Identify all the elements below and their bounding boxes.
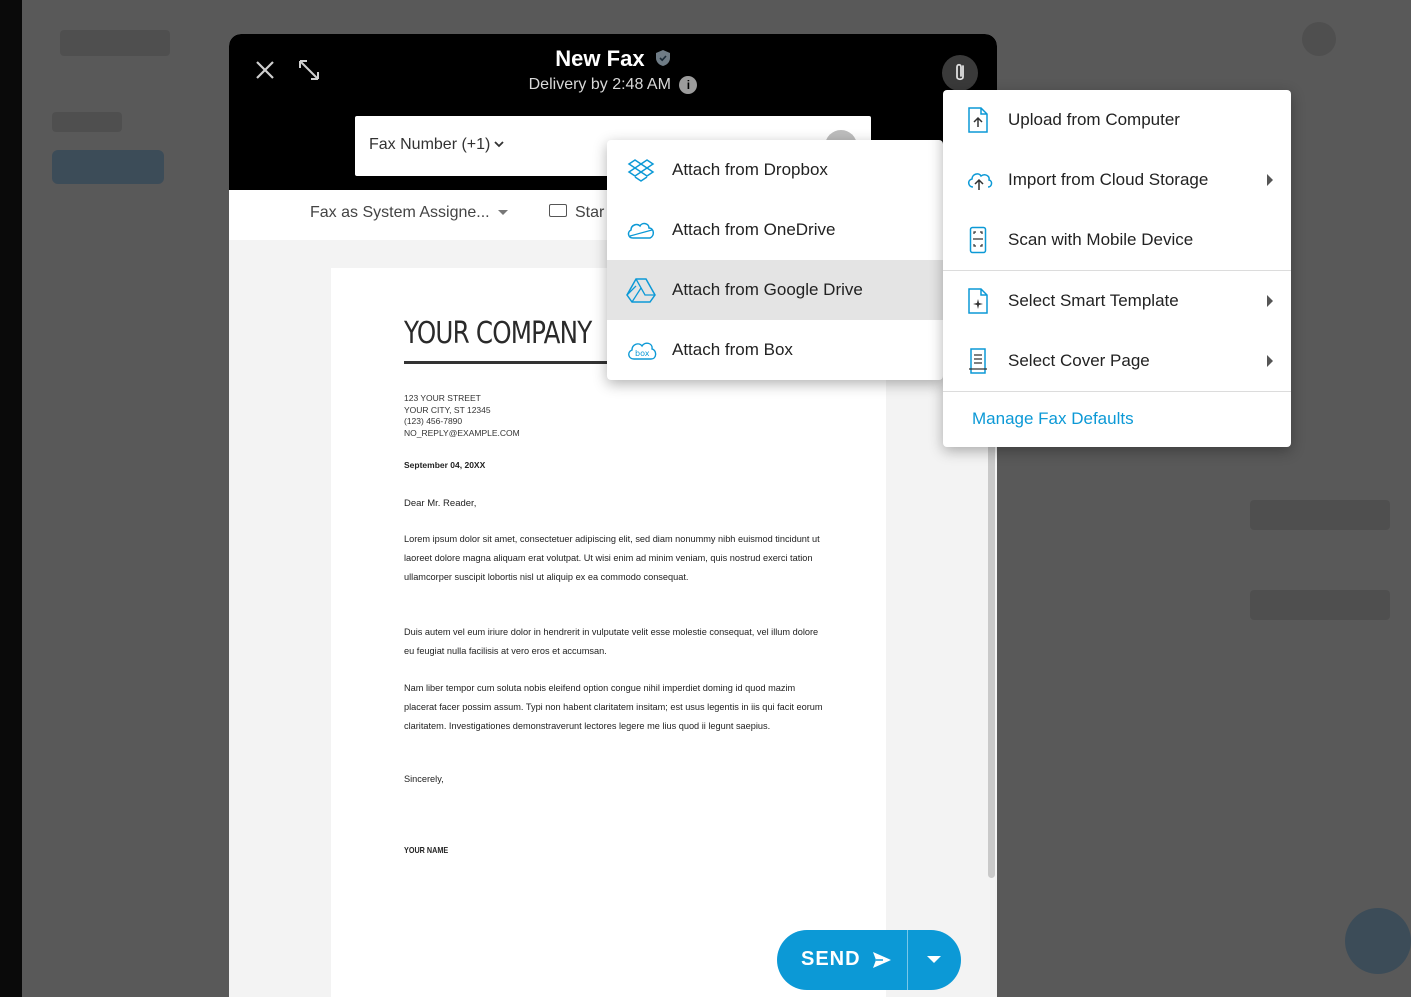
menu-item-label: Upload from Computer (1008, 110, 1180, 129)
menu-item-label: Attach from Google Drive (672, 280, 863, 299)
letter-signature: YOUR NAME (404, 845, 449, 855)
cloud-storage-menu: Attach from Dropbox Attach from OneDrive… (607, 140, 943, 380)
letter-date: September 04, 20XX (404, 460, 486, 470)
menu-item-onedrive[interactable]: Attach from OneDrive (607, 200, 943, 260)
menu-item-dropbox[interactable]: Attach from Dropbox (607, 140, 943, 200)
upload-file-icon (968, 107, 988, 133)
resolution-label: Star (575, 204, 605, 221)
menu-item-label: Select Smart Template (1008, 291, 1179, 310)
submenu-arrow-icon (1267, 355, 1273, 367)
letter-paragraph: Nam liber tempor cum soluta nobis eleife… (404, 683, 823, 731)
menu-item-box[interactable]: box Attach from Box (607, 320, 943, 380)
delivery-time: Delivery by 2:48 AM i (229, 76, 997, 94)
menu-item-label: Attach from OneDrive (672, 220, 836, 239)
country-code-select[interactable]: Fax Number (+1) (369, 136, 505, 154)
send-button-group: SEND (777, 930, 961, 990)
address-line: (123) 456-7890 (404, 416, 463, 427)
dropdown-caret-icon (497, 210, 508, 216)
country-code-label: Fax Number (+1) (369, 136, 491, 153)
caller-id-label: Fax as System Assigne... (310, 204, 490, 221)
address-block: 123 YOUR STREET YOUR CITY, ST 12345 (123… (404, 393, 520, 440)
cover-page-icon (969, 348, 987, 374)
menu-item-label: Scan with Mobile Device (1008, 230, 1194, 249)
modal-title-text: New Fax (555, 46, 645, 71)
smart-template-icon (968, 288, 988, 314)
menu-item-google-drive[interactable]: Attach from Google Drive (607, 260, 943, 320)
cloud-upload-icon (968, 173, 993, 190)
resolution-icon (549, 204, 567, 218)
menu-item-label: Import from Cloud Storage (1008, 170, 1209, 189)
send-button[interactable]: SEND (801, 948, 861, 971)
menu-item-label: Select Cover Page (1008, 351, 1150, 370)
letter-paragraph: Duis autem vel eum iriure dolor in hendr… (404, 627, 819, 656)
menu-item-label: Attach from Box (672, 340, 793, 359)
menu-item-scan-mobile[interactable]: Scan with Mobile Device (943, 210, 1291, 270)
info-icon[interactable]: i (679, 76, 698, 94)
attach-menu: Upload from Computer Import from Cloud S… (943, 90, 1291, 447)
letter-paragraph: Lorem ipsum dolor sit amet, consectetuer… (404, 534, 820, 582)
google-drive-icon (626, 278, 656, 303)
send-arrow-icon (873, 952, 891, 968)
modal-title: New Fax (229, 46, 997, 73)
menu-divider (943, 391, 1291, 392)
send-divider (907, 930, 908, 990)
onedrive-icon (627, 222, 654, 239)
mobile-scan-icon (969, 226, 987, 254)
caller-id-select[interactable]: Fax as System Assigne... (310, 204, 508, 222)
attach-button[interactable] (942, 55, 978, 91)
resolution-select[interactable]: Star (549, 204, 604, 222)
company-name: YOUR COMPANY (404, 316, 592, 351)
chevron-down-icon (494, 141, 505, 148)
manage-fax-defaults-link[interactable]: Manage Fax Defaults (972, 409, 1134, 429)
delivery-time-text: Delivery by 2:48 AM (528, 76, 671, 94)
letter-greeting: Dear Mr. Reader, (404, 498, 477, 509)
dropbox-icon (627, 159, 655, 182)
svg-text:box: box (635, 349, 650, 358)
menu-item-upload-computer[interactable]: Upload from Computer (943, 90, 1291, 150)
paperclip-icon (956, 63, 964, 81)
verified-shield-icon (655, 47, 671, 73)
company-underline (404, 361, 614, 364)
menu-item-label: Attach from Dropbox (672, 160, 828, 179)
send-options-caret-icon[interactable] (927, 956, 941, 963)
address-line: NO_REPLY@EXAMPLE.COM (404, 428, 520, 439)
address-line: 123 YOUR STREET (404, 393, 481, 403)
submenu-arrow-icon (1267, 295, 1273, 307)
box-icon: box (628, 342, 657, 360)
menu-item-cloud-storage[interactable]: Import from Cloud Storage (943, 150, 1291, 210)
submenu-arrow-icon (1267, 174, 1273, 186)
address-line: YOUR CITY, ST 12345 (404, 404, 491, 415)
menu-item-cover-page[interactable]: Select Cover Page (943, 331, 1291, 391)
menu-item-smart-template[interactable]: Select Smart Template (943, 271, 1291, 331)
letter-closing: Sincerely, (404, 774, 444, 784)
